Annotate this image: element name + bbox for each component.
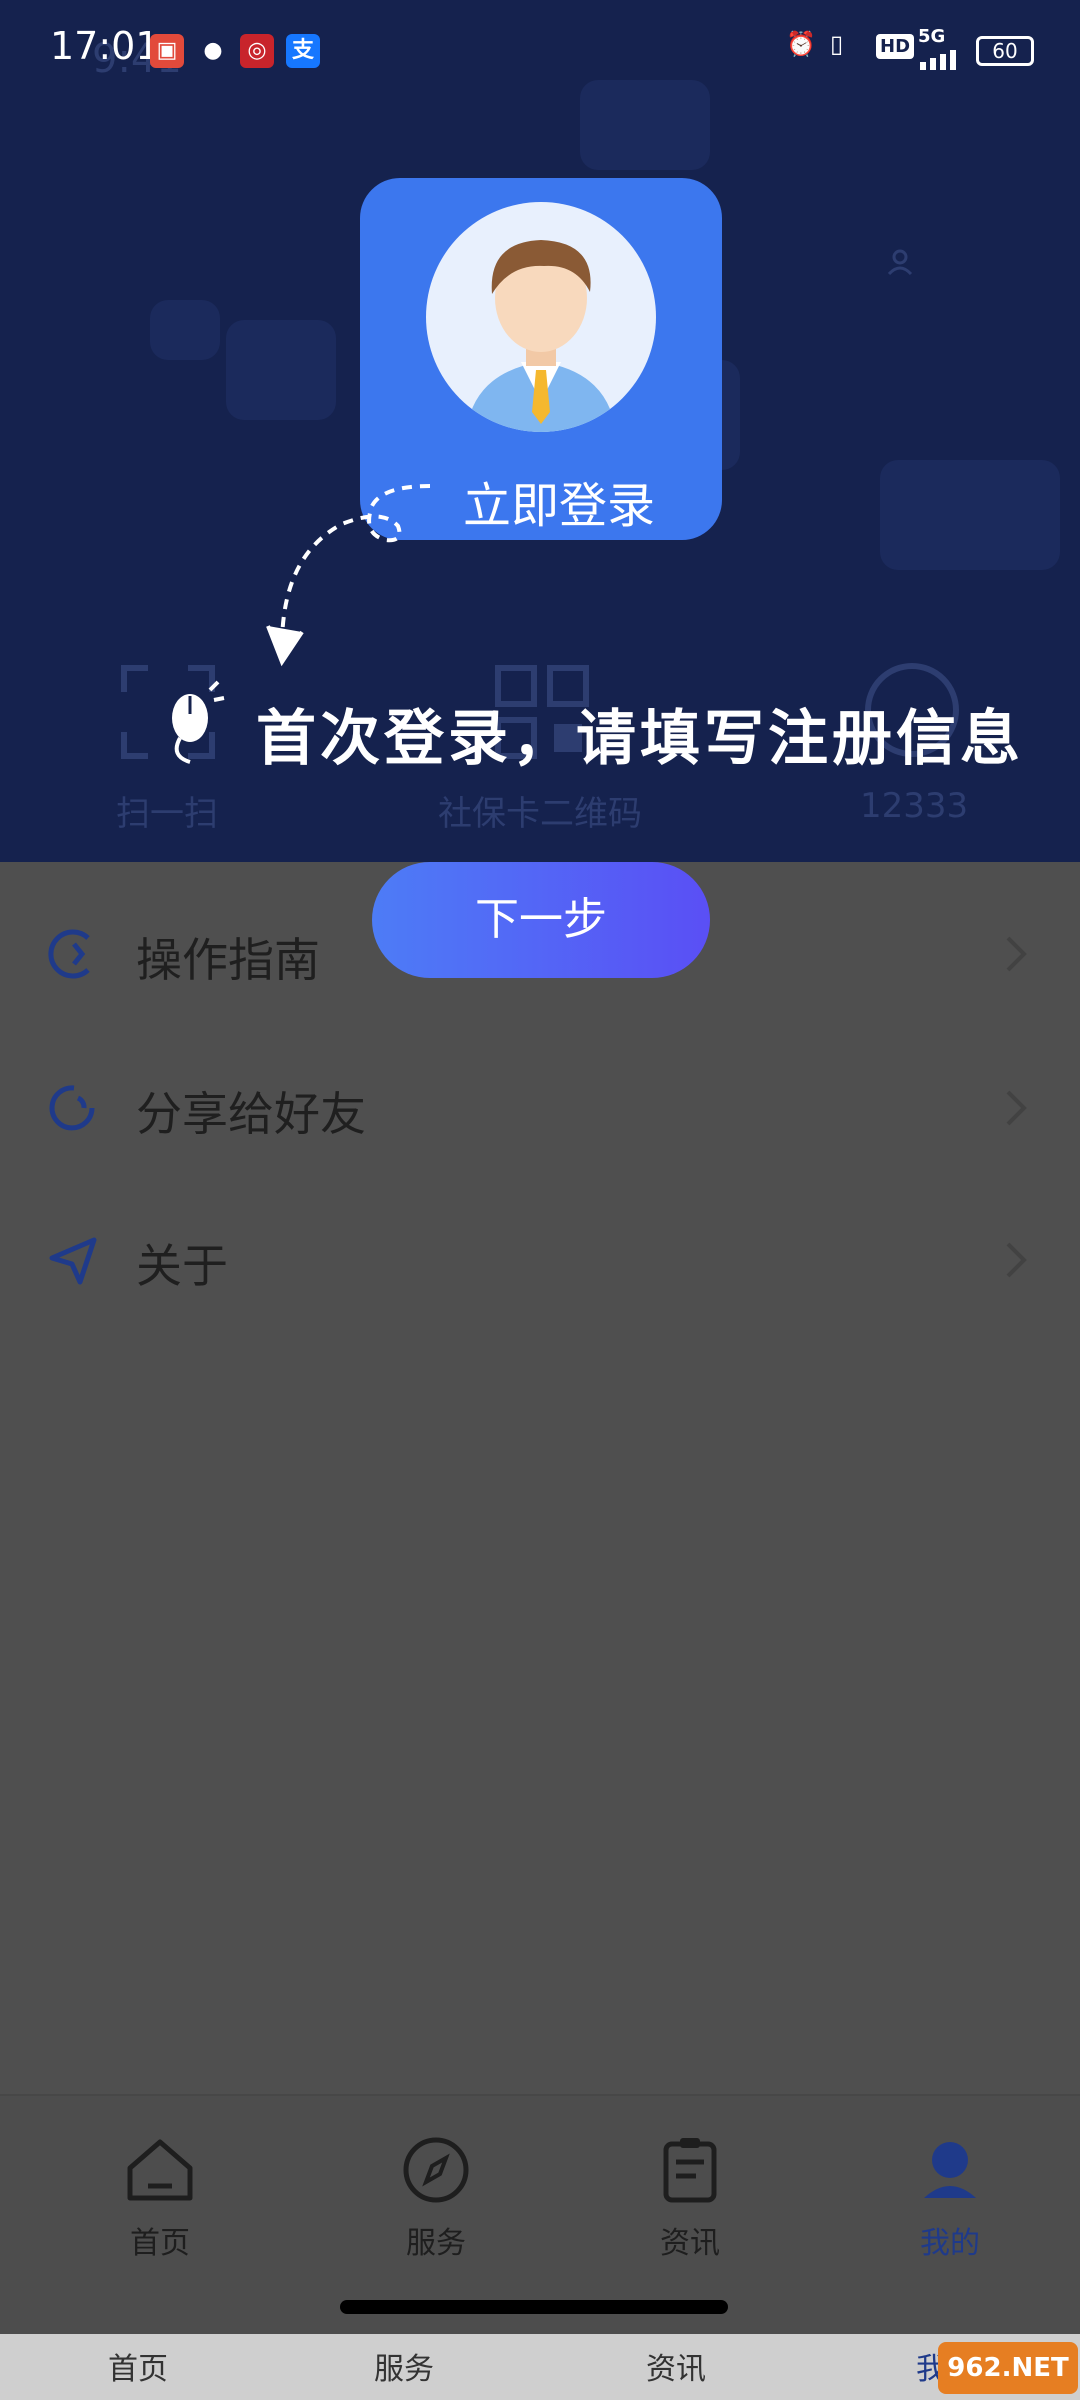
tab-mine[interactable]: 我的 xyxy=(880,2134,1020,2284)
status-time: 17:01 xyxy=(50,24,160,68)
status-bar: 17:01 ▣ ● ◎ 支 ⏰ ▯ HD 5G 60 xyxy=(0,0,1080,100)
home-indicator[interactable] xyxy=(340,2300,728,2314)
user-avatar-icon xyxy=(466,240,616,432)
chevron-right-icon xyxy=(1006,1242,1027,1278)
message-icon: ● xyxy=(203,38,223,63)
about-icon xyxy=(49,1237,97,1285)
menu-label-share: 分享给好友 xyxy=(136,1087,366,1141)
tab-news[interactable]: 资讯 xyxy=(620,2134,760,2284)
menu-label-about: 关于 xyxy=(136,1239,228,1293)
dashed-arrow-icon xyxy=(266,484,431,667)
battery-indicator: 60 xyxy=(976,36,1034,66)
shortcut-qr-label: 社保卡二维码 xyxy=(438,794,642,834)
ghost-block xyxy=(880,460,1060,570)
site-watermark: 962.NET xyxy=(938,2342,1078,2394)
home-icon xyxy=(127,2139,193,2201)
menu-label-guide: 操作指南 xyxy=(136,933,320,987)
alipay-icon: 支 xyxy=(286,34,320,68)
tab-service[interactable]: 服务 xyxy=(366,2134,506,2284)
hd-badge: HD xyxy=(876,34,915,59)
bottom-tab-bar: 首页 服务 资讯 我的 xyxy=(0,2094,1080,2334)
compass-icon xyxy=(403,2137,469,2203)
share-icon xyxy=(49,1085,95,1131)
first-login-hint: 首次登录，请填写注册信息 xyxy=(256,704,1024,774)
bank-app-icon: ◎ xyxy=(240,34,274,68)
tab-home-label: 首页 xyxy=(130,2226,190,2261)
alarm-icon: ⏰ xyxy=(786,30,816,58)
news-icon xyxy=(663,2138,717,2203)
avatar xyxy=(426,202,656,432)
caption-news: 资讯 xyxy=(646,2352,706,2387)
bottom-caption-strip: 首页 服务 资讯 我 962.NET xyxy=(0,2334,1080,2400)
shortcut-scan-label: 扫一扫 xyxy=(116,794,218,834)
user-small-icon xyxy=(887,249,913,276)
ghost-block xyxy=(226,320,336,420)
chevron-right-icon xyxy=(1006,936,1027,972)
chevron-right-icon xyxy=(1006,1090,1027,1126)
tab-mine-label: 我的 xyxy=(920,2226,980,2261)
menu-item-guide[interactable]: 操作指南 xyxy=(0,880,1080,1030)
menu-item-share[interactable]: 分享给好友 xyxy=(0,1034,1080,1184)
network-label: 5G xyxy=(918,26,946,47)
tab-news-label: 资讯 xyxy=(660,2226,720,2261)
signal-icon xyxy=(920,50,956,70)
caption-home: 首页 xyxy=(108,2352,168,2387)
guide-icon xyxy=(48,929,90,979)
mouse-icon xyxy=(172,680,225,764)
menu-item-about[interactable]: 关于 xyxy=(0,1186,1080,1336)
shortcut-hotline-label: 12333 xyxy=(860,786,969,826)
app-notification-icon: ▣ xyxy=(150,34,184,68)
vibrate-icon: ▯ xyxy=(830,30,844,58)
tab-service-label: 服务 xyxy=(406,2226,466,2261)
caption-service: 服务 xyxy=(374,2352,434,2387)
profile-icon xyxy=(924,2142,976,2198)
ghost-block xyxy=(150,300,220,360)
tab-home[interactable]: 首页 xyxy=(90,2134,230,2284)
